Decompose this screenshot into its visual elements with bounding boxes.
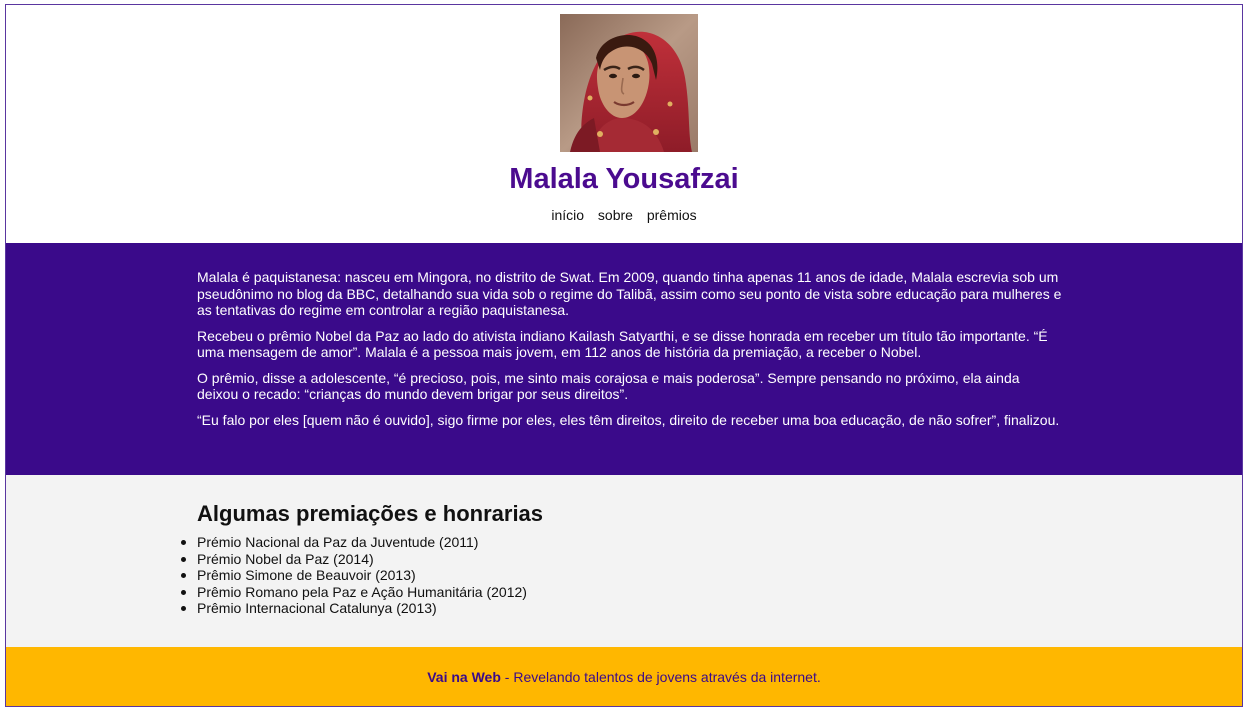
awards-list: Prémio Nacional da Paz da Juventude (201… [181, 534, 1242, 617]
list-item: Prêmio Internacional Catalunya (2013) [181, 600, 1242, 617]
list-item: Prêmio Romano pela Paz e Ação Humanitári… [181, 583, 1242, 601]
award-label: Prêmio Internacional Catalunya (2013) [197, 600, 437, 616]
nav-link-sobre[interactable]: sobre [598, 207, 633, 223]
main-nav: início sobre prêmios [6, 207, 1242, 223]
list-item: Prémio Nobel da Paz (2014) [181, 550, 1242, 568]
bio-paragraph: Recebeu o prêmio Nobel da Paz ao lado do… [197, 327, 1048, 361]
page-frame: Malala Yousafzai início sobre prêmios Ma… [5, 4, 1243, 707]
bio-paragraph: “Eu falo por eles [quem não é ouvido], s… [197, 411, 1060, 428]
site-footer: Vai na Web - Revelando talentos de joven… [6, 647, 1242, 706]
nav-link-premios[interactable]: prêmios [647, 207, 697, 223]
bio-paragraph: O prêmio, disse a adolescente, “é precio… [197, 369, 1020, 403]
awards-section: Algumas premiações e honrarias Prémio Na… [6, 475, 1242, 647]
page-title: Malala Yousafzai [509, 163, 739, 195]
list-item: Prémio Nacional da Paz da Juventude (201… [181, 534, 1242, 551]
bio-section: Malala é paquistanesa: nasceu em Mingora… [6, 243, 1242, 475]
footer-tagline: - Revelando talentos de jovens através d… [500, 669, 821, 685]
award-label: Prémio Nobel da Paz (2014) [197, 550, 374, 567]
award-label: Prémio Nacional da Paz da Juventude (201… [197, 534, 479, 550]
award-label: Prêmio Simone de Beauvoir (2013) [197, 567, 416, 583]
portrait-image [560, 14, 698, 152]
footer-brand-link[interactable]: Vai na Web [427, 669, 501, 685]
bullet-icon [181, 556, 186, 562]
bullet-icon [181, 606, 186, 611]
awards-heading: Algumas premiações e honrarias [197, 501, 544, 526]
bullet-icon [181, 540, 186, 545]
nav-link-inicio[interactable]: início [551, 207, 584, 223]
bio-paragraph: Malala é paquistanesa: nasceu em Mingora… [197, 269, 1062, 318]
award-label: Prêmio Romano pela Paz e Ação Humanitári… [197, 583, 527, 600]
bullet-icon [181, 589, 186, 595]
bullet-icon [181, 573, 186, 578]
site-header: Malala Yousafzai início sobre prêmios [6, 5, 1242, 243]
list-item: Prêmio Simone de Beauvoir (2013) [181, 567, 1242, 584]
